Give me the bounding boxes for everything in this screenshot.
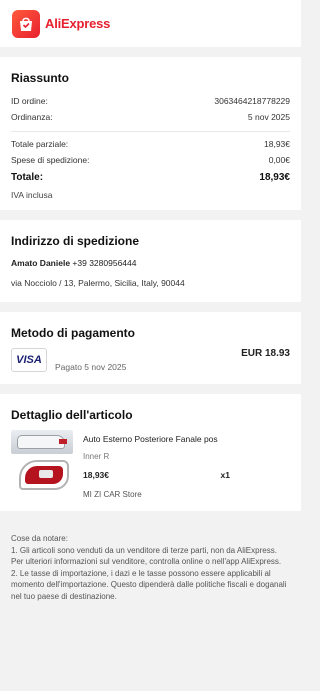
total-row: Totale: 18,93€: [11, 168, 290, 186]
vat-note: IVA inclusa: [11, 190, 53, 200]
visa-icon: VISA: [11, 348, 47, 372]
item-name[interactable]: Auto Esterno Posteriore Fanale pos: [83, 434, 290, 444]
recipient-phone: +39 3280956444: [72, 258, 137, 268]
order-id-value[interactable]: 3063464218778229: [214, 96, 290, 106]
item-quantity: x1: [220, 470, 230, 480]
store-name[interactable]: MI ZI CAR Store: [83, 490, 290, 499]
order-id-label: ID ordine:: [11, 96, 48, 106]
tail-light-photo-icon: [17, 458, 73, 492]
order-item[interactable]: Auto Esterno Posteriore Fanale pos Inner…: [11, 430, 290, 511]
item-detail-title: Dettaglio dell'articolo: [11, 408, 133, 422]
item-price-row: 18,93€ x1: [83, 470, 290, 480]
shipping-cost-value: 0,00€: [268, 155, 290, 165]
address-line: via Nocciolo / 13, Palermo, Sicilia, Ita…: [11, 278, 185, 288]
payment-method: VISA Pagato 5 nov 2025: [11, 348, 126, 372]
card-brand: VISA: [16, 354, 42, 366]
payment-section: Metodo di pagamento VISA Pagato 5 nov 20…: [0, 312, 301, 384]
header: AliExpress: [0, 0, 301, 47]
payment-title: Metodo di pagamento: [11, 326, 135, 340]
total-label: Totale:: [11, 171, 44, 183]
car-photo-icon: [11, 430, 73, 454]
shipping-cost-row: Spese di spedizione: 0,00€: [11, 152, 290, 168]
order-date-label: Ordinanza:: [11, 112, 53, 122]
note-1: 1. Gli articoli sono venduti da un vendi…: [11, 545, 282, 567]
order-date-row: Ordinanza: 5 nov 2025: [11, 109, 290, 125]
notes-heading: Cose da notare:: [11, 534, 68, 543]
summary-section: Riassunto ID ordine: 3063464218778229 Or…: [0, 57, 301, 210]
item-thumbnails[interactable]: [11, 430, 73, 499]
shipping-cost-label: Spese di spedizione:: [11, 155, 90, 165]
paid-date: Pagato 5 nov 2025: [55, 362, 127, 372]
order-details-page: AliExpress Riassunto ID ordine: 30634642…: [0, 0, 301, 691]
item-detail-section: Dettaglio dell'articolo Auto Esterno Pos…: [0, 394, 301, 511]
shipping-address-section: Indirizzo di spedizione Amato Daniele +3…: [0, 220, 301, 302]
notes-section: Cose da notare: 1. Gli articoli sono ven…: [0, 521, 301, 602]
item-variant: Inner R: [83, 452, 110, 461]
shopping-bag-icon: [20, 17, 32, 31]
order-date-value: 5 nov 2025: [247, 112, 290, 122]
order-id-row: ID ordine: 3063464218778229: [11, 93, 290, 109]
recipient-line: Amato Daniele +39 3280956444: [11, 258, 290, 268]
subtotal-value: 18,93€: [264, 139, 290, 149]
item-info: Auto Esterno Posteriore Fanale pos Inner…: [83, 430, 290, 499]
item-price: 18,93€: [83, 470, 109, 480]
note-2: 2. Le tasse di importazione, i dazi e le…: [11, 568, 287, 601]
payment-amount: EUR 18.93: [241, 348, 290, 359]
recipient-name: Amato Daniele: [11, 258, 71, 268]
subtotal-label: Totale parziale:: [11, 139, 69, 149]
payment-row: VISA Pagato 5 nov 2025 EUR 18.93: [11, 348, 290, 384]
brand-name: AliExpress: [45, 16, 111, 31]
aliexpress-logo-icon[interactable]: [12, 9, 40, 38]
total-value: 18,93€: [259, 171, 290, 183]
summary-title: Riassunto: [11, 71, 70, 85]
divider: [11, 131, 290, 132]
subtotal-row: Totale parziale: 18,93€: [11, 136, 290, 152]
shipping-address-title: Indirizzo di spedizione: [11, 234, 140, 248]
